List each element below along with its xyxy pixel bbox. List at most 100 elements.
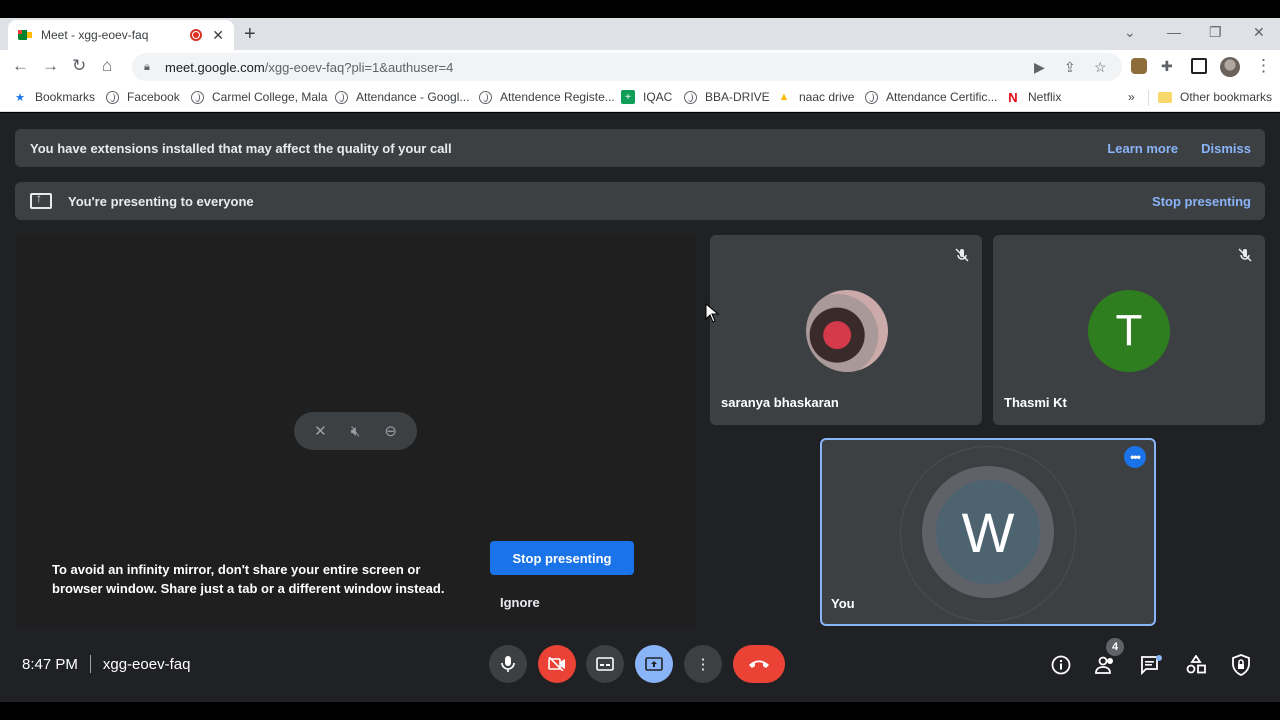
activities-button[interactable] (1184, 653, 1208, 677)
new-tab-button[interactable]: + (244, 24, 256, 44)
browser-toolbar: ← → ↻ ⌂ 🔒︎ meet.google.com/xgg-eoev-faq?… (0, 50, 1280, 84)
close-window-icon[interactable]: ✕ (1253, 24, 1265, 41)
participant-tile[interactable]: saranya bhaskaran (710, 235, 982, 425)
unpin-icon[interactable]: ✕ (314, 422, 327, 440)
bookmark-label: IQAC (643, 90, 673, 104)
ignore-button[interactable]: Ignore (500, 595, 540, 610)
minimize-icon[interactable]: — (1167, 24, 1181, 40)
shield-lock-icon (1232, 654, 1250, 676)
participant-name: Thasmi Kt (1004, 395, 1067, 410)
globe-icon (865, 90, 878, 104)
bookmark-item[interactable]: Carmel College, Mala (191, 90, 327, 104)
other-bookmarks[interactable]: Other bookmarks (1158, 90, 1272, 104)
bookmark-item[interactable]: Facebook (106, 90, 180, 104)
tile-controls: ✕ 🔇︎ ⊖ (294, 412, 417, 450)
participant-photo (806, 290, 888, 372)
back-icon[interactable]: ← (12, 56, 29, 76)
bookmark-label: Bookmarks (35, 90, 96, 104)
chat-icon (1141, 655, 1162, 675)
bookmarks-overflow-chevron[interactable]: » (1128, 90, 1135, 104)
people-icon (1095, 656, 1113, 674)
captions-icon (596, 657, 614, 671)
meeting-info-button[interactable] (1049, 653, 1073, 677)
activities-icon (1186, 655, 1206, 674)
remove-icon[interactable]: ⊖ (384, 422, 397, 440)
address-bar[interactable]: 🔒︎ meet.google.com/xgg-eoev-faq?pli=1&au… (132, 53, 1122, 81)
tab-meet[interactable]: Meet - xgg-eoev-faq ✕ (8, 20, 234, 50)
url-host: meet.google.com (165, 59, 265, 75)
home-icon[interactable]: ⌂ (102, 56, 112, 76)
meeting-code: xgg-eoev-faq (102, 655, 191, 673)
presentation-tile: ✕ 🔇︎ ⊖ To avoid an infinity mirror, don'… (15, 235, 696, 626)
bookmark-label: Netflix (1028, 90, 1062, 104)
divider (89, 655, 91, 673)
globe-icon (106, 90, 119, 104)
tab-strip: Meet - xgg-eoev-faq ✕ + ⌄ — ❐ ✕ (0, 18, 1280, 50)
bookmark-label: Attendence Registe... (500, 90, 615, 104)
bookmark-item[interactable]: ★ Bookmarks (13, 90, 95, 104)
share-icon[interactable]: ⇪ (1064, 59, 1076, 76)
bookmark-item[interactable]: Attendence Registe... (479, 90, 615, 104)
tab-search-icon[interactable]: ⌄ (1124, 24, 1136, 41)
bookmark-item[interactable]: ▲ naac drive (777, 90, 855, 104)
self-avatar: W (936, 480, 1040, 584)
self-tile[interactable]: W ••• You (820, 438, 1156, 626)
participant-tile[interactable]: T Thasmi Kt (993, 235, 1265, 425)
side-panel-icon[interactable] (1191, 58, 1207, 74)
bookmark-item[interactable]: N Netflix (1006, 89, 1062, 105)
menu-icon[interactable]: ⋮ (1255, 56, 1272, 76)
chat-button[interactable] (1139, 653, 1163, 677)
other-bookmarks-label: Other bookmarks (1180, 90, 1273, 104)
more-vert-icon: ⋮ (695, 656, 711, 673)
reload-icon[interactable]: ↻ (72, 56, 86, 76)
screen: Meet - xgg-eoev-faq ✕ + ⌄ — ❐ ✕ ← → ↻ ⌂ … (0, 0, 1280, 720)
globe-icon (191, 90, 204, 104)
drive-icon: ▲ (778, 91, 790, 103)
bookmark-item[interactable]: BBA-DRIVE (684, 90, 770, 104)
bookmark-item[interactable]: + IQAC (621, 90, 672, 104)
mic-button[interactable] (489, 645, 527, 683)
lock-icon: 🔒︎ (144, 60, 150, 73)
leave-call-button[interactable] (733, 645, 785, 683)
close-tab-icon[interactable]: ✕ (212, 27, 224, 44)
people-button[interactable] (1094, 653, 1118, 677)
restore-icon[interactable]: ❐ (1209, 24, 1222, 41)
present-icon (645, 657, 663, 671)
captions-button[interactable] (586, 645, 624, 683)
profile-avatar[interactable] (1220, 57, 1240, 77)
more-options-button[interactable]: ⋮ (684, 645, 722, 683)
star-icon: ★ (15, 91, 25, 104)
host-controls-button[interactable] (1229, 653, 1253, 677)
infinity-mirror-message: To avoid an infinity mirror, don't share… (52, 562, 445, 596)
forward-icon[interactable]: → (42, 56, 59, 76)
bookmark-label: Attendance - Googl... (356, 90, 470, 104)
presenting-text: You're presenting to everyone (68, 193, 254, 209)
recording-icon (190, 29, 203, 41)
mic-off-icon (1238, 248, 1252, 262)
bookmark-label: Carmel College, Mala (212, 90, 328, 104)
dismiss-link[interactable]: Dismiss (1201, 141, 1251, 156)
mic-off-icon (955, 248, 969, 262)
globe-icon (479, 90, 492, 104)
bookmark-item[interactable]: Attendance Certific... (865, 90, 997, 104)
bookmark-star-icon[interactable]: ☆ (1094, 59, 1107, 76)
bookmarks-bar: ★ Bookmarks Facebook Carmel College, Mal… (0, 84, 1280, 112)
camera-icon[interactable]: ▶ (1034, 59, 1045, 76)
learn-more-link[interactable]: Learn more (1107, 141, 1178, 156)
bookmark-label: Facebook (127, 90, 180, 104)
camera-off-button[interactable] (538, 645, 576, 683)
screen-bottom-edge (0, 702, 1280, 720)
stop-presenting-link[interactable]: Stop presenting (1152, 194, 1251, 209)
puzzle-icon[interactable]: ✚ (1161, 58, 1177, 74)
participant-avatar: T (1088, 290, 1170, 372)
extension-icon[interactable] (1131, 58, 1147, 74)
stop-presenting-button[interactable]: Stop presenting (490, 541, 634, 575)
more-options-icon[interactable]: ••• (1124, 446, 1146, 468)
mute-audio-icon[interactable]: 🔇︎ (351, 423, 360, 440)
netflix-icon: N (1008, 89, 1018, 105)
camera-off-icon (548, 657, 565, 671)
extensions-warning-text: You have extensions installed that may a… (30, 140, 452, 156)
bookmark-item[interactable]: Attendance - Googl... (335, 90, 469, 104)
present-button[interactable] (635, 645, 673, 683)
participant-name: saranya bhaskaran (721, 395, 839, 410)
